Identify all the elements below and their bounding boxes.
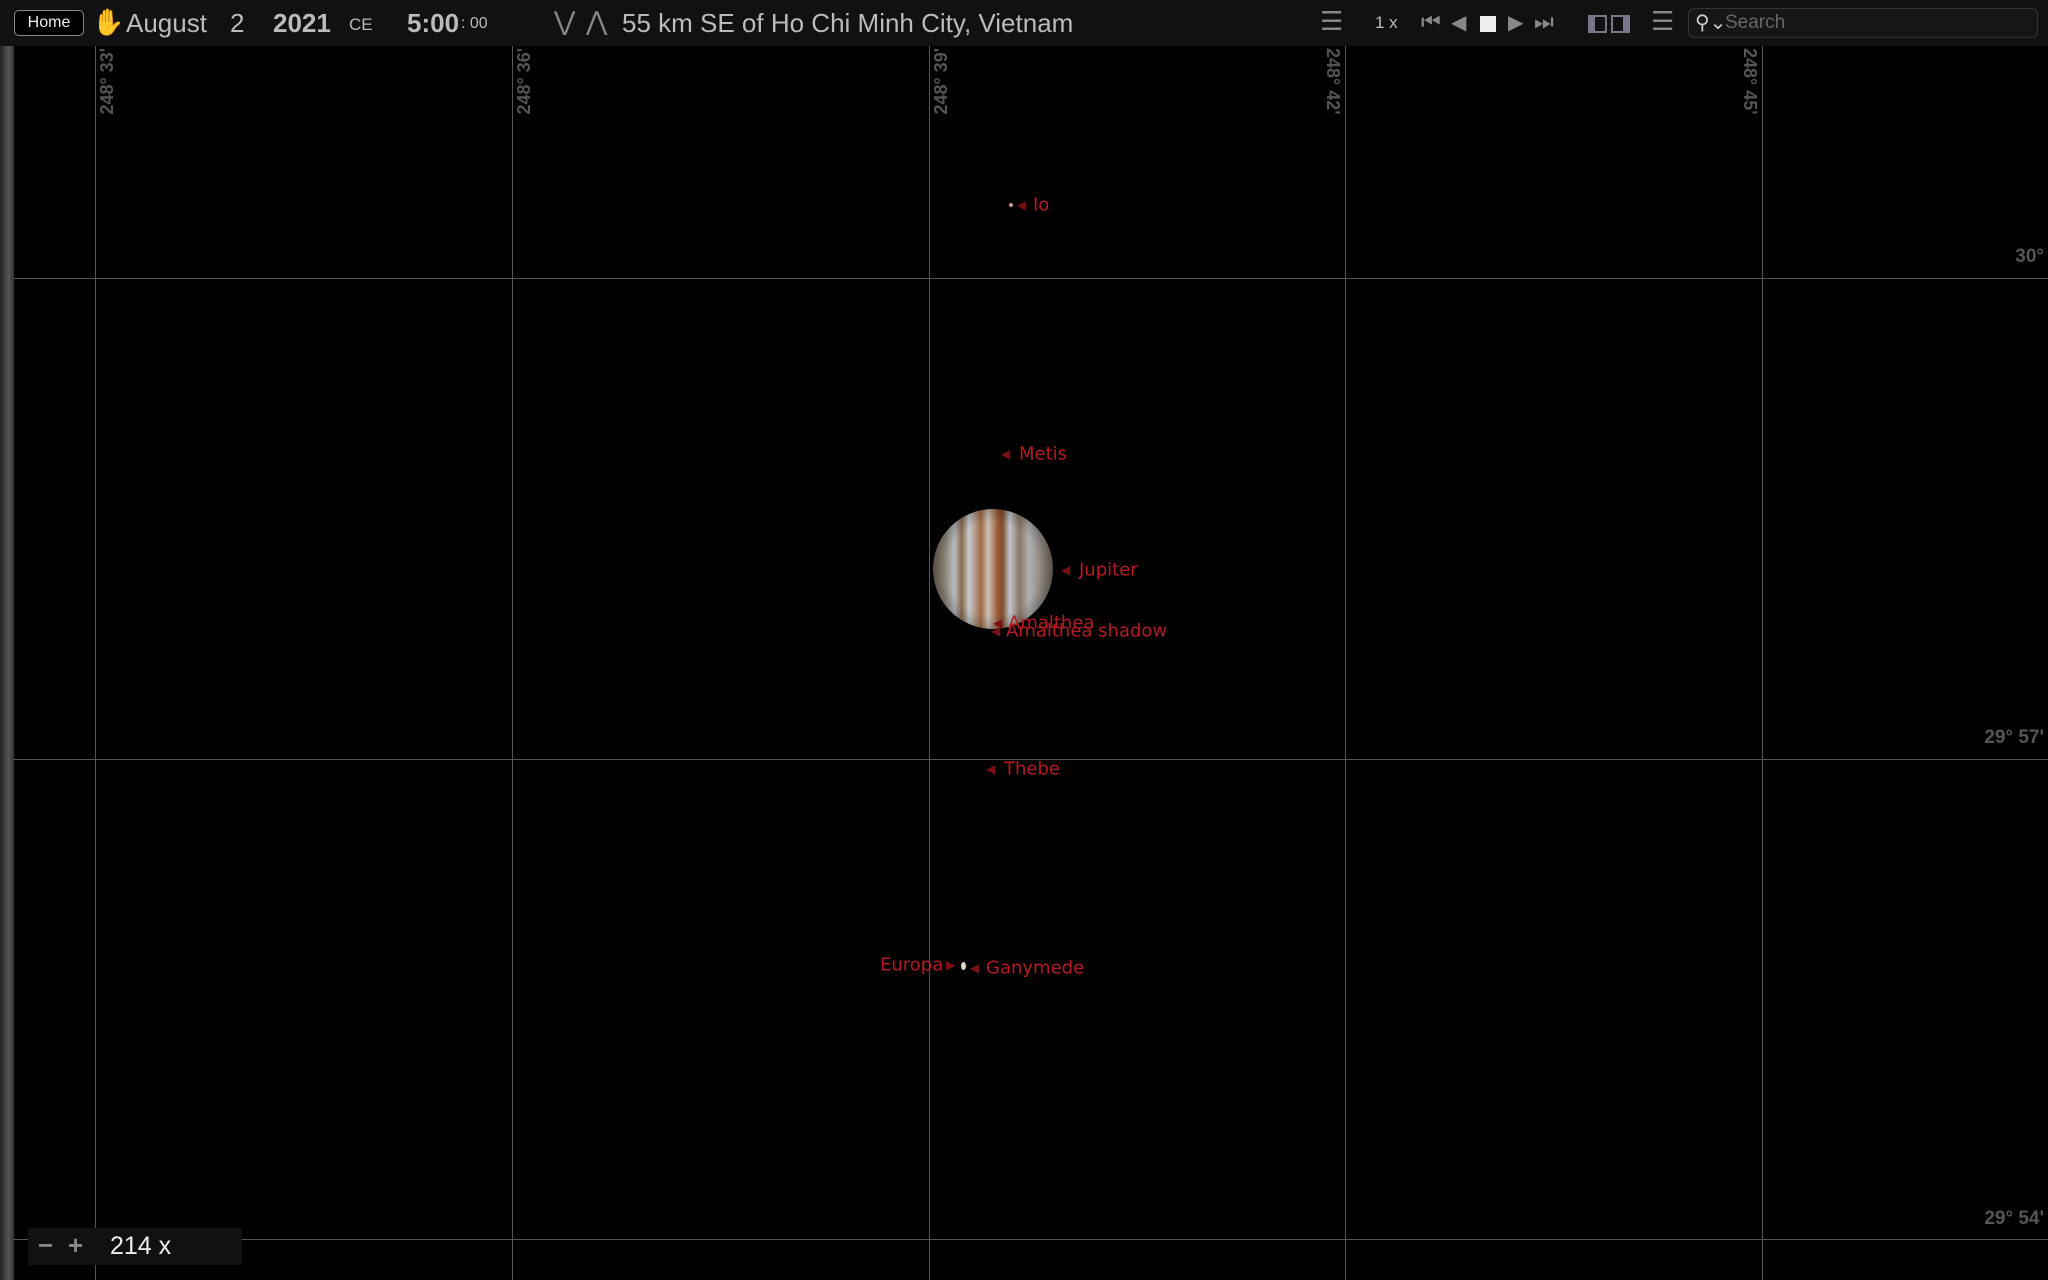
day-field[interactable]: 2	[230, 8, 244, 39]
year-field[interactable]: 2021	[273, 8, 331, 39]
ra-label: 248° 36'	[514, 48, 534, 115]
pointer-icon: ◀	[986, 762, 996, 776]
chevron-down-icon[interactable]: ⋁	[554, 6, 575, 37]
dec-label: 30°	[2015, 246, 2044, 267]
menu-icon[interactable]: ☰	[1320, 6, 1343, 37]
zoom-level: 214 x	[110, 1232, 172, 1260]
label-ganymede[interactable]: Ganymede	[986, 958, 1084, 979]
pointer-icon: ▶	[946, 958, 956, 972]
right-panel-icon[interactable]	[1611, 15, 1630, 33]
seconds-field[interactable]: : 00	[461, 15, 488, 33]
io-body[interactable]	[1009, 203, 1013, 207]
dec-label: 29° 57'	[1984, 727, 2044, 748]
ra-label: 248° 39'	[931, 48, 951, 115]
search-box[interactable]: ⚲⌄	[1688, 8, 2038, 38]
pointer-icon: ◀	[1001, 447, 1011, 461]
hand-icon[interactable]: ✋	[92, 7, 124, 38]
top-toolbar: Home ✋ August 2 2021 CE 5:00 : 00 ⋁ ⋀ 55…	[0, 0, 2048, 46]
label-jupiter[interactable]: Jupiter	[1079, 560, 1138, 581]
ra-label: 248° 45'	[1740, 48, 1760, 115]
ra-label: 248° 42'	[1323, 48, 1343, 115]
label-europa[interactable]: Europa	[880, 955, 943, 976]
ra-label: 248° 33'	[97, 48, 117, 115]
zoom-out-button[interactable]: −	[38, 1230, 53, 1261]
label-thebe[interactable]: Thebe	[1004, 759, 1060, 780]
zoom-control: − + 214 x	[28, 1228, 242, 1265]
left-panel-icon[interactable]	[1588, 15, 1607, 33]
home-button[interactable]: Home	[14, 10, 84, 36]
chevron-up-icon[interactable]: ⋀	[586, 6, 607, 37]
play-icon[interactable]: ▶	[1508, 10, 1523, 35]
label-metis[interactable]: Metis	[1019, 444, 1067, 465]
list-icon[interactable]: ☰	[1651, 6, 1674, 37]
pointer-icon: ◀	[970, 961, 980, 975]
grid-line	[95, 46, 96, 1280]
grid-line	[929, 46, 930, 1280]
step-back-icon[interactable]: ◀	[1451, 10, 1466, 35]
skip-back-icon[interactable]: ⏮	[1421, 9, 1441, 35]
grid-line	[14, 1239, 2048, 1240]
pointer-icon: ◀	[1017, 198, 1027, 212]
location-label[interactable]: 55 km SE of Ho Chi Minh City, Vietnam	[622, 8, 1073, 39]
zoom-in-button[interactable]: +	[68, 1230, 83, 1261]
grid-line	[14, 278, 2048, 279]
search-icon[interactable]: ⚲⌄	[1695, 10, 1726, 35]
label-io[interactable]: Io	[1033, 195, 1049, 216]
grid-line	[1345, 46, 1346, 1280]
stop-icon[interactable]	[1480, 16, 1496, 32]
month-field[interactable]: August	[126, 8, 207, 39]
jupiter-disk[interactable]	[933, 509, 1053, 629]
pointer-icon: ◀	[1061, 563, 1071, 577]
grid-line	[1762, 46, 1763, 1280]
skip-forward-icon[interactable]: ⏭	[1534, 9, 1554, 35]
sidebar-handle[interactable]	[0, 46, 14, 1280]
dec-label: 29° 54'	[1984, 1208, 2044, 1229]
time-field[interactable]: 5:00	[407, 8, 459, 39]
grid-line	[512, 46, 513, 1280]
search-input[interactable]	[1725, 11, 2025, 35]
era-field[interactable]: CE	[349, 15, 373, 35]
pointer-icon: ◀	[991, 624, 1001, 638]
moon-body[interactable]	[961, 962, 966, 970]
speed-label[interactable]: 1 x	[1375, 13, 1398, 33]
label-amalthea-shadow[interactable]: Amalthea shadow	[1006, 621, 1167, 642]
